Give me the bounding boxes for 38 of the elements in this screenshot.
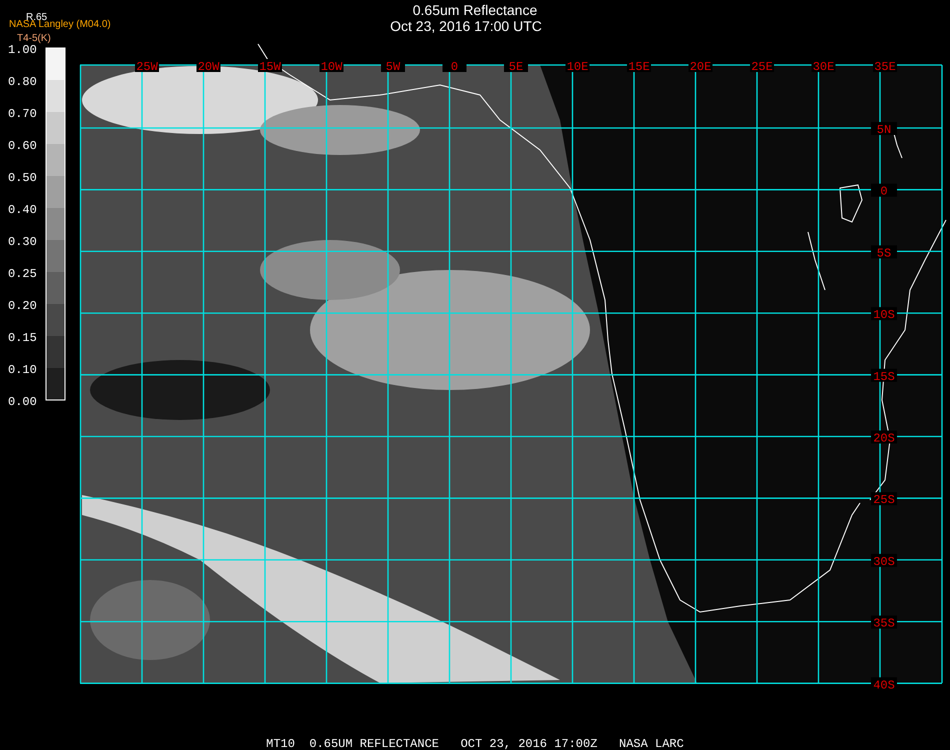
status-line: MT10 0.65UM REFLECTANCE OCT 23, 2016 17:00Z NASA LARC xyxy=(266,737,684,750)
longitude-label: 15W xyxy=(258,59,282,74)
longitude-label: 10W xyxy=(320,59,344,74)
latitude-label: 30S xyxy=(871,554,897,569)
colorbar-tick-label: 0.20 xyxy=(8,299,37,313)
latitude-label: 10S xyxy=(871,307,897,322)
units-label: T4-5(K) xyxy=(17,33,51,44)
longitude-label: 35E xyxy=(873,59,897,74)
latitude-label: 25S xyxy=(871,492,897,508)
latitude-label: 20S xyxy=(871,430,897,446)
longitude-label: 20E xyxy=(688,59,712,74)
longitude-label: 30E xyxy=(812,59,836,74)
chart-title: 0.65um Reflectance xyxy=(412,2,538,18)
latitude-label: 0 xyxy=(871,184,897,199)
longitude-label: 15E xyxy=(627,59,651,74)
colorbar-tick-label: 0.50 xyxy=(8,171,37,185)
latitude-label: 35S xyxy=(871,616,897,631)
colorbar-tick-label: 0.80 xyxy=(8,75,37,89)
longitude-label: 25E xyxy=(750,59,774,74)
longitude-label: 5E xyxy=(504,59,528,74)
colorbar-tick-label: 0.00 xyxy=(8,395,37,409)
latitude-label: 5N xyxy=(871,122,897,137)
chart-subtitle: Oct 23, 2016 17:00 UTC xyxy=(390,18,542,34)
colorbar-tick-label: 0.30 xyxy=(8,235,37,249)
colorbar-tick-label: 0.60 xyxy=(8,139,37,153)
longitude-label: 5W xyxy=(381,59,405,74)
longitude-label: 25W xyxy=(135,59,159,74)
latitude-label: 15S xyxy=(871,368,897,384)
colorbar-tick-label: 0.40 xyxy=(8,203,37,217)
colorbar-tick-label: 0.25 xyxy=(8,267,37,281)
colorbar-tick-label: 1.00 xyxy=(8,43,37,57)
colorbar-tick-label: 0.70 xyxy=(8,107,37,121)
colorbar-tick-label: 0.10 xyxy=(8,363,37,377)
latitude-label: 5S xyxy=(871,245,897,260)
colorbar-tick-label: 0.15 xyxy=(8,331,37,345)
longitude-label: 20W xyxy=(196,59,220,74)
longitude-label: 10E xyxy=(566,59,590,74)
longitude-label: 0 xyxy=(442,59,466,74)
